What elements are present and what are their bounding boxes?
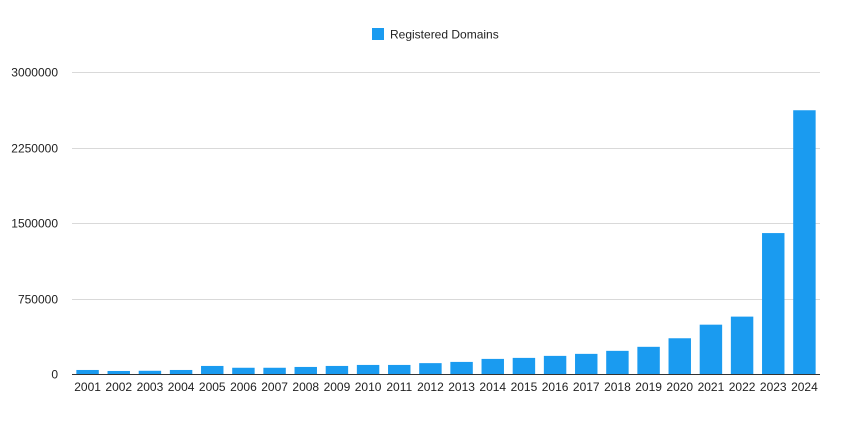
bar-2002 bbox=[107, 370, 130, 374]
chart-container: 0 750000 1500000 2250000 3000000 2001 2002 200… bbox=[0, 0, 850, 422]
bar-2019 bbox=[637, 346, 660, 374]
y-tick-label: 2250000 bbox=[11, 142, 58, 156]
bar-2024 bbox=[793, 110, 816, 374]
x-axis-tick-labels: 2001 2002 2003 2004 2005 2006 2007 2008 2009 2010… bbox=[74, 380, 818, 394]
legend-swatch bbox=[372, 28, 384, 40]
y-tick-label: 750000 bbox=[18, 293, 58, 307]
bar-2017 bbox=[575, 353, 598, 374]
x-tick-label: 2003 bbox=[137, 380, 164, 394]
bar-2020 bbox=[668, 338, 691, 374]
bar-2009 bbox=[325, 365, 349, 374]
bar-2014 bbox=[481, 358, 504, 374]
x-tick-label: 2019 bbox=[635, 380, 662, 394]
bar-2021 bbox=[699, 324, 723, 374]
bar-2013 bbox=[450, 361, 473, 374]
bar-2003 bbox=[138, 370, 162, 374]
y-tick-label: 0 bbox=[51, 368, 58, 382]
y-axis-tick-labels: 0 750000 1500000 2250000 3000000 bbox=[11, 66, 58, 382]
bar-2011 bbox=[388, 364, 411, 374]
x-tick-label: 2018 bbox=[604, 380, 631, 394]
bar-2001 bbox=[76, 369, 99, 374]
x-tick-label: 2008 bbox=[292, 380, 319, 394]
x-tick-label: 2002 bbox=[105, 380, 132, 394]
legend-label: Registered Domains bbox=[390, 28, 499, 42]
y-tick-label: 3000000 bbox=[11, 66, 58, 80]
bar-2008 bbox=[294, 366, 317, 374]
bars bbox=[72, 110, 820, 375]
x-tick-label: 2016 bbox=[542, 380, 569, 394]
x-tick-label: 2022 bbox=[729, 380, 756, 394]
bar-2012 bbox=[419, 363, 442, 374]
bar-2004 bbox=[169, 369, 193, 374]
bar-2022 bbox=[730, 316, 754, 374]
x-tick-label: 2009 bbox=[324, 380, 351, 394]
x-tick-label: 2004 bbox=[168, 380, 195, 394]
x-tick-label: 2010 bbox=[355, 380, 382, 394]
x-tick-label: 2020 bbox=[666, 380, 693, 394]
x-tick-label: 2023 bbox=[760, 380, 787, 394]
x-tick-label: 2001 bbox=[74, 380, 101, 394]
bar-2005 bbox=[201, 365, 224, 374]
x-tick-label: 2012 bbox=[417, 380, 444, 394]
x-tick-label: 2015 bbox=[511, 380, 538, 394]
bar-2016 bbox=[543, 355, 567, 374]
x-tick-label: 2014 bbox=[479, 380, 506, 394]
x-tick-label: 2021 bbox=[698, 380, 725, 394]
x-tick-label: 2005 bbox=[199, 380, 226, 394]
x-tick-label: 2017 bbox=[573, 380, 600, 394]
x-tick-label: 2024 bbox=[791, 380, 818, 394]
legend: Registered Domains bbox=[372, 28, 499, 42]
bar-2007 bbox=[263, 367, 286, 374]
x-tick-label: 2011 bbox=[386, 380, 412, 394]
x-tick-label: 2006 bbox=[230, 380, 257, 394]
bar-2018 bbox=[606, 350, 629, 374]
bar-2023 bbox=[762, 233, 785, 374]
x-tick-label: 2013 bbox=[448, 380, 475, 394]
x-tick-label: 2007 bbox=[261, 380, 288, 394]
y-tick-label: 1500000 bbox=[11, 217, 58, 231]
bar-2015 bbox=[512, 357, 536, 374]
bar-2010 bbox=[356, 364, 380, 374]
bar-2006 bbox=[232, 367, 255, 374]
bar-chart: 0750000150000022500003000000 2001 2002 200… bbox=[11, 28, 820, 394]
